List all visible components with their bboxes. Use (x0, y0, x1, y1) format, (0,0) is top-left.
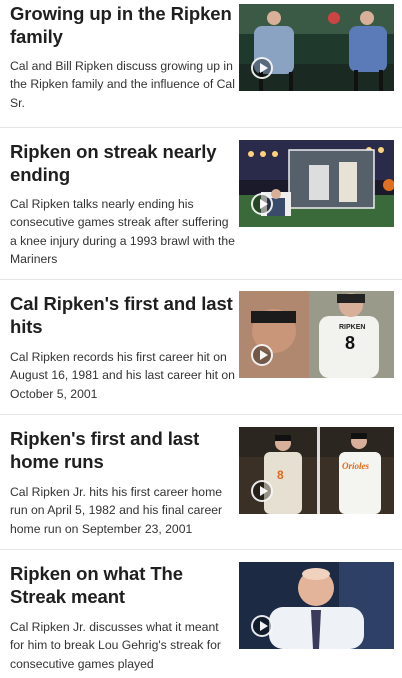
video-item[interactable]: Growing up in the Ripken family Cal and … (0, 0, 402, 128)
video-title[interactable]: Cal Ripken's first and last hits (10, 293, 235, 338)
video-thumbnail[interactable]: RIPKEN 8 (239, 291, 394, 378)
jersey-number: 8 (345, 333, 355, 353)
play-circle-icon[interactable] (251, 57, 273, 79)
jersey-number: 8 (277, 468, 284, 482)
video-description: Cal and Bill Ripken discuss growing up i… (10, 59, 235, 110)
video-list: Growing up in the Ripken family Cal and … (0, 0, 402, 678)
video-item[interactable]: Cal Ripken's first and last hits Cal Rip… (0, 280, 402, 415)
video-text: Cal Ripken's first and last hits Cal Rip… (10, 293, 235, 403)
orioles-script: Orioles (342, 461, 369, 471)
video-thumbnail[interactable] (239, 562, 394, 649)
video-description: Cal Ripken talks nearly ending his conse… (10, 197, 235, 266)
video-title[interactable]: Ripken's first and last home runs (10, 428, 235, 473)
video-item[interactable]: Ripken's first and last home runs Cal Ri… (0, 415, 402, 550)
video-description: Cal Ripken Jr. discusses what it meant f… (10, 620, 221, 671)
video-title[interactable]: Growing up in the Ripken family (10, 3, 235, 48)
video-thumbnail[interactable] (239, 4, 394, 91)
video-item[interactable]: Ripken on streak nearly ending Cal Ripke… (0, 128, 402, 280)
play-circle-icon[interactable] (251, 480, 273, 502)
video-thumbnail[interactable]: Orioles 8 (239, 427, 394, 514)
jersey-name: RIPKEN (339, 324, 365, 331)
video-text: Ripken's first and last home runs Cal Ri… (10, 428, 235, 538)
video-text: Growing up in the Ripken family Cal and … (10, 3, 235, 112)
video-thumbnail[interactable] (239, 140, 394, 227)
video-text: Ripken on what The Streak meant Cal Ripk… (10, 563, 235, 673)
video-item[interactable]: Ripken on what The Streak meant Cal Ripk… (0, 550, 402, 678)
video-title[interactable]: Ripken on streak nearly ending (10, 141, 235, 186)
video-description: Cal Ripken Jr. hits his first career hom… (10, 485, 223, 536)
video-text: Ripken on streak nearly ending Cal Ripke… (10, 141, 235, 268)
play-circle-icon[interactable] (251, 193, 273, 215)
play-circle-icon[interactable] (251, 615, 273, 637)
video-title[interactable]: Ripken on what The Streak meant (10, 563, 235, 608)
play-circle-icon[interactable] (251, 344, 273, 366)
video-description: Cal Ripken records his first career hit … (10, 350, 235, 401)
